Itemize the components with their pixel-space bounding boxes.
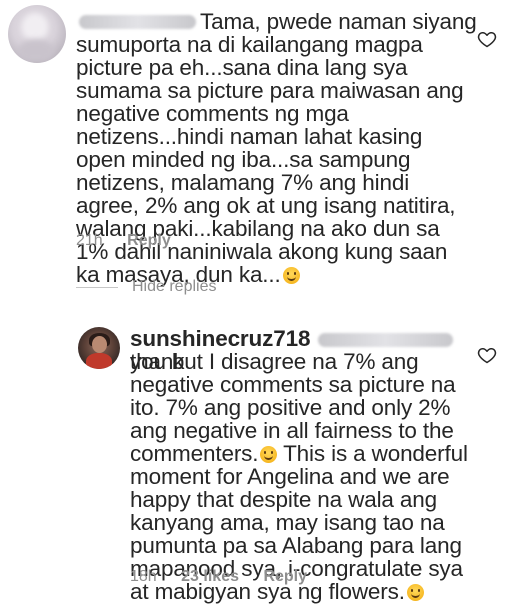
smiling-face-emoji (406, 584, 424, 601)
blurred-username[interactable] (79, 15, 196, 29)
comment-text-line: Tama, pwede naman siyang (200, 9, 477, 34)
likes-count[interactable]: 23 likes (181, 568, 239, 585)
avatar-body-blur (18, 39, 54, 61)
comment-meta: 21h Reply (76, 232, 191, 250)
hide-replies-button[interactable]: Hide replies (76, 278, 216, 296)
avatar[interactable] (78, 327, 120, 369)
avatar[interactable] (8, 5, 66, 63)
avatar-face (92, 336, 107, 353)
avatar-body (86, 353, 112, 369)
smiling-face-emoji (282, 267, 300, 284)
username[interactable]: sunshinecruz718 (130, 326, 310, 351)
avatar-face-blur (22, 13, 48, 41)
hide-replies-label: Hide replies (132, 278, 217, 295)
smiling-face-emoji (260, 446, 278, 463)
comment-time: 18h (130, 568, 157, 585)
divider-line (76, 286, 118, 288)
reply-button[interactable]: Reply (127, 232, 171, 249)
reply-button[interactable]: Reply (263, 568, 307, 585)
like-heart-icon[interactable] (477, 29, 497, 49)
blurred-mention[interactable] (318, 333, 454, 348)
like-heart-icon[interactable] (477, 345, 497, 365)
comment-meta: 18h 23 likes Reply (130, 568, 327, 586)
comment-time: 21h (76, 232, 103, 249)
comment-text: you but I disagree na 7% ang negative co… (130, 350, 475, 603)
